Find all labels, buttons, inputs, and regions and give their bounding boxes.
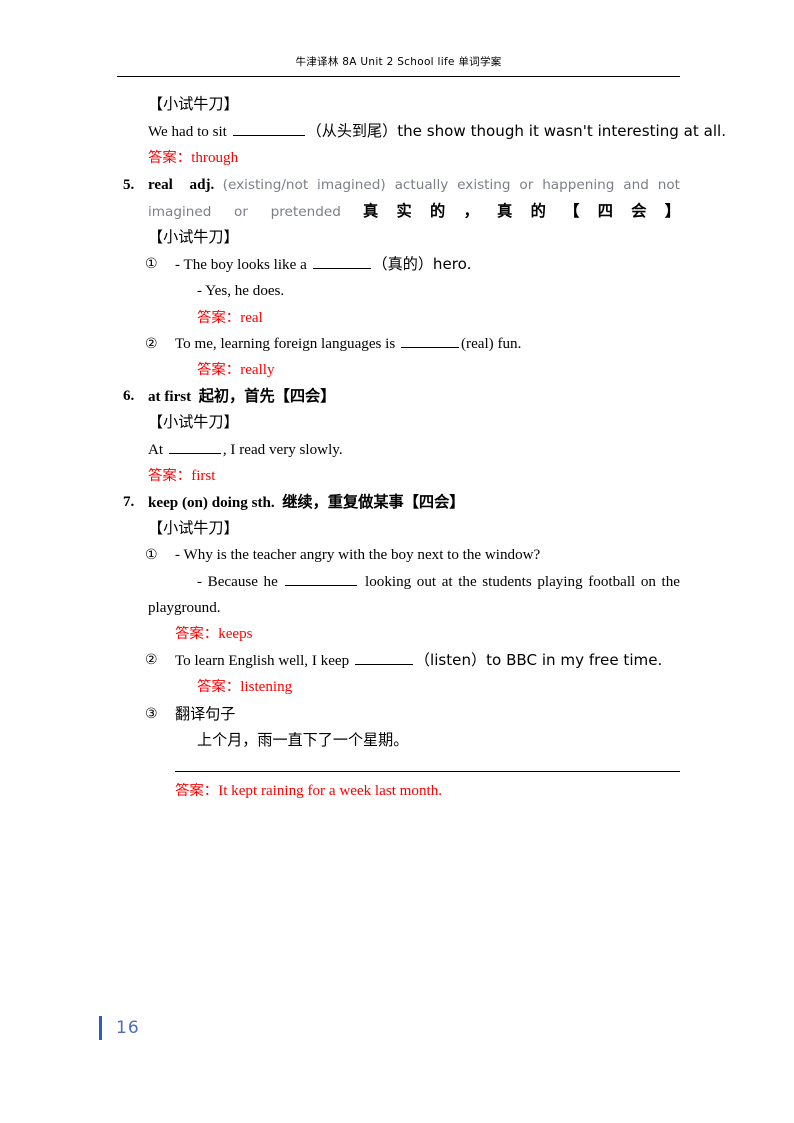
page-footer: 16 [99,1016,140,1040]
fill-blank [168,440,221,454]
exercise-item: ① - Why is the teacher angry with the bo… [117,542,680,594]
fill-blank [232,122,305,137]
answer-line: 答案：through [117,145,680,171]
try-it-heading: 【小试牛刀】 [148,97,239,113]
sentence-pre: We had to sit [148,124,231,141]
answer-text: through [191,150,239,167]
entry-definition-line-1: keep (on) doing sth. 继续，重复做某事【四会】 [148,489,680,516]
exercise-marker: ① [145,256,158,273]
translation-task-title: 翻译句子 [175,704,236,723]
answer-line: 答案：keeps [117,621,680,647]
exercise-text-pre: - Because he [197,573,284,590]
fill-blank [401,334,460,348]
page-number: 16 [116,1018,140,1038]
exercise-marker: ② [145,335,158,352]
answer-label: 答案： [197,362,241,379]
practice-sentence: We had to sit （从头到尾）the show though it w… [117,118,726,145]
exercise-marker: ② [145,652,158,669]
entry-skill-tag: 【四会】 [274,387,336,406]
footer-accent-bar [99,1016,102,1040]
answer-text: listening [240,679,293,696]
exercise-line-2: - Yes, he does. [197,283,285,300]
translation-source-sentence: 上个月，雨一直下了一个星期。 [197,730,409,749]
try-it-heading: 【小试牛刀】 [148,230,239,247]
entry-definition-line-1: at first 起初，首先【四会】 [148,383,680,410]
answer-text: It kept raining for a week last month. [218,783,443,800]
answer-blank-space [117,753,680,771]
entry-skill-tag: 【四会】 [564,201,680,220]
fill-blank [285,572,358,586]
exercise-item: ② To learn English well, I keep （listen）… [117,647,680,700]
answer-text: first [191,467,216,484]
exercise-text-pre: To learn English well, I keep [175,653,353,670]
entry-chinese-definition: 继续，重复做某事 [282,493,404,512]
entry-skill-tag: 【四会】 [403,493,465,512]
vocab-entry-7: 7. keep (on) doing sth. 继续，重复做某事【四会】 [117,489,680,516]
exercise-text-post: looking out at the students playing foot… [359,573,680,590]
exercise-item: ① - The boy looks like a （真的）hero. - Yes… [117,251,680,331]
exercise-text-pre: - The boy looks like a [175,257,311,274]
entry-chinese-definition: 起初，首先 [198,387,275,406]
exercise-line-3: playground. [148,599,221,616]
answer-line: 答案：real [175,305,680,331]
running-header-text: 牛津译林 8A Unit 2 School life 单词学案 [295,56,502,68]
answer-text: really [240,362,275,379]
header-divider-rule [117,76,680,77]
entry-headword: real [148,176,173,193]
entry-definition-line-1: real adj. (existing/not imagined) actual… [148,172,680,225]
exercise-line: - The boy looks like a （真的）hero. [175,251,680,278]
answer-label: 答案： [148,150,192,167]
exercise-marker: ③ [145,705,158,722]
entry-number: 5. [123,176,135,193]
answer-line: 答案：It kept raining for a week last month… [117,778,680,804]
answer-label: 答案： [197,309,241,326]
exercise-item: ③ 翻译句子 上个月，雨一直下了一个星期。 [117,701,680,753]
top-continuation-block: 【小试牛刀】 We had to sit （从头到尾）the show thou… [117,92,726,172]
try-it-heading: 【小试牛刀】 [148,521,239,538]
running-header: 牛津译林 8A Unit 2 School life 单词学案 [117,52,680,70]
exercise-line: - Why is the teacher angry with the boy … [175,547,541,564]
answer-text: real [240,309,263,326]
exercise-text-pre: At [148,441,167,458]
try-it-heading: 【小试牛刀】 [148,415,239,432]
exercise-line: To me, learning foreign languages is (re… [175,331,680,357]
vocab-entry-6: 6. at first 起初，首先【四会】 [117,383,680,410]
entry-number: 6. [123,388,135,405]
exercise-marker: ① [145,547,158,564]
exercise-item: ② To me, learning foreign languages is (… [117,331,680,383]
exercise-line-2: - Because he looking out at the students… [175,569,680,595]
exercise-text-post: （listen）to BBC in my free time. [414,651,663,670]
exercise-text-post: (real) fun. [461,335,522,352]
answer-label: 答案： [175,626,219,643]
answer-label: 答案： [197,679,241,696]
sentence-post: （从头到尾）the show though it wasn't interest… [306,122,727,141]
answer-line: 答案：really [175,357,680,383]
answer-line: 答案：first [117,463,680,489]
entry-number: 7. [123,494,135,511]
exercise-text-post: , I read very slowly. [222,441,343,458]
vocab-entry-5: 5. real adj. (existing/not imagined) act… [117,172,680,225]
answer-text: keeps [218,626,253,643]
entry-headword: keep (on) doing sth. [148,495,275,512]
document-body: 【小试牛刀】 We had to sit （从头到尾）the show thou… [117,92,726,804]
fill-blank [312,255,371,270]
answer-label: 答案： [175,783,219,800]
exercise-line: To learn English well, I keep （listen）to… [175,647,680,674]
entry-part-of-speech: adj. [189,176,215,193]
exercise-text-post: （真的）hero. [372,255,472,274]
entry-headword: at first [148,389,192,406]
answer-line: 答案：listening [175,674,680,700]
answer-label: 答案： [148,467,192,484]
exercise-line: At , I read very slowly. [117,437,680,463]
fill-blank [354,651,413,666]
entry-chinese-definition: 真实的，真的 [362,201,565,220]
exercise-text-pre: To me, learning foreign languages is [175,335,400,352]
